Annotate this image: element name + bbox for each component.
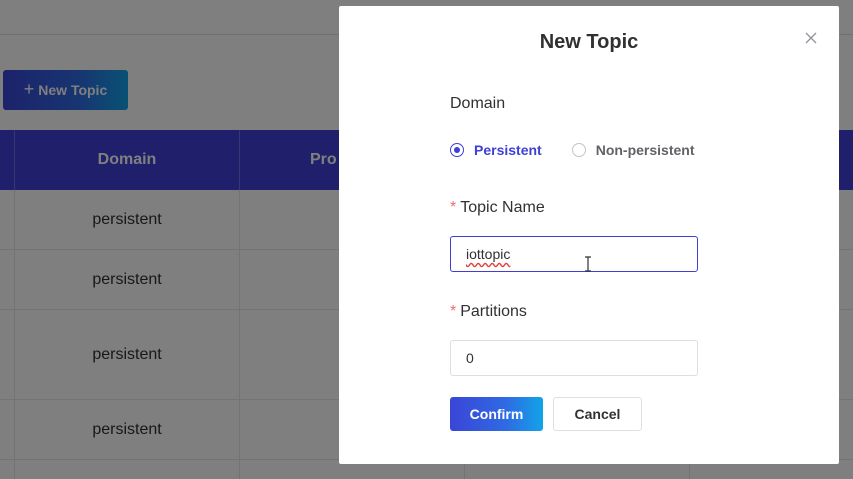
partitions-value: 0 (466, 350, 474, 366)
domain-label: Domain (450, 95, 506, 112)
topic-name-label: * Topic Name (450, 199, 545, 217)
domain-radio-group: Persistent Non-persistent (450, 142, 695, 158)
topic-name-value: iottopic (466, 246, 511, 262)
radio-persistent-label: Persistent (474, 142, 542, 158)
text-cursor-icon (585, 256, 591, 272)
required-asterisk: * (450, 199, 457, 216)
dialog-title: New Topic (539, 31, 639, 53)
partitions-input[interactable]: 0 (450, 340, 698, 376)
partitions-label-text: Partitions (460, 303, 527, 320)
confirm-button[interactable]: Confirm (450, 397, 543, 431)
topic-name-input[interactable]: iottopic (450, 236, 698, 272)
topic-name-label-text: Topic Name (460, 199, 545, 216)
cancel-button[interactable]: Cancel (553, 397, 642, 431)
radio-non-persistent-label: Non-persistent (595, 142, 695, 158)
new-topic-dialog: New Topic Domain Persistent Non-persiste… (339, 6, 839, 464)
radio-persistent[interactable]: Persistent (450, 142, 542, 158)
radio-unchecked-icon (571, 143, 586, 157)
close-icon[interactable] (802, 29, 820, 47)
partitions-label: * Partitions (450, 303, 527, 321)
radio-checked-icon (450, 143, 464, 157)
required-asterisk: * (450, 303, 457, 320)
radio-non-persistent[interactable]: Non-persistent (571, 142, 695, 158)
